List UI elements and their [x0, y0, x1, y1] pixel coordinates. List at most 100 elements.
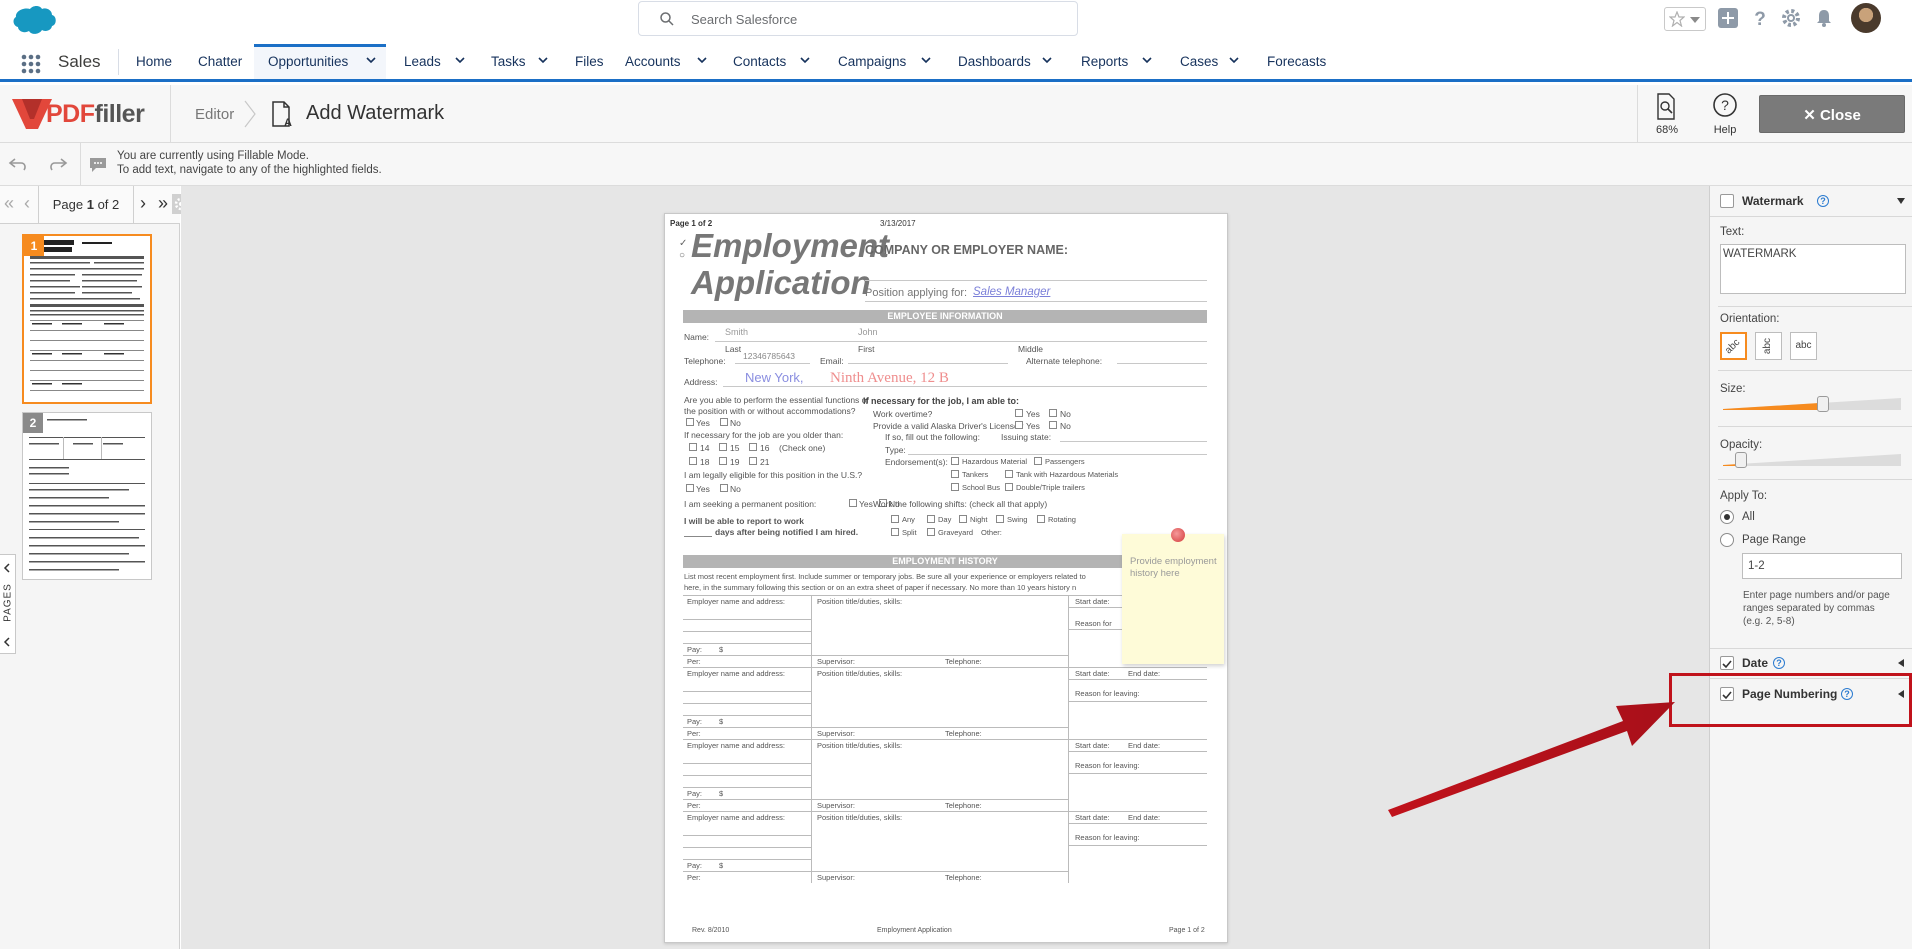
license-yes-checkbox[interactable]: [1015, 421, 1023, 429]
help-icon[interactable]: ?: [1773, 657, 1785, 669]
apply-range-radio[interactable]: [1720, 533, 1734, 547]
chevron-down-icon[interactable]: [800, 57, 810, 64]
app-launcher-icon[interactable]: [20, 53, 42, 75]
orientation-vertical-button[interactable]: abc: [1755, 332, 1782, 360]
nav-item-forecasts[interactable]: Forecasts: [1267, 44, 1326, 79]
eligible-no-checkbox[interactable]: [720, 484, 728, 492]
add-icon[interactable]: [1717, 7, 1739, 29]
page-thumbnail-1[interactable]: 1: [22, 234, 152, 404]
school-bus-checkbox[interactable]: [951, 483, 959, 491]
chevron-down-icon[interactable]: [697, 57, 707, 64]
salesforce-cloud-logo[interactable]: [10, 4, 58, 36]
help-button[interactable]: ? Help: [1696, 85, 1754, 143]
name-label: Name:: [684, 332, 710, 342]
tank-haz-checkbox[interactable]: [1005, 470, 1013, 478]
license-no-checkbox[interactable]: [1049, 421, 1057, 429]
page-range-input[interactable]: [1742, 553, 1902, 579]
chevron-left-icon[interactable]: [1897, 659, 1905, 667]
no-label: No: [1060, 409, 1071, 419]
nav-item-campaigns[interactable]: Campaigns: [838, 44, 906, 79]
size-slider-track[interactable]: [1723, 398, 1901, 410]
nav-item-accounts[interactable]: Accounts: [625, 44, 681, 79]
orientation-diagonal-button[interactable]: abc: [1720, 332, 1747, 360]
permanent-yes-checkbox[interactable]: [849, 499, 857, 507]
passengers-checkbox[interactable]: [1034, 457, 1042, 465]
user-avatar[interactable]: [1851, 3, 1881, 33]
nav-item-tasks[interactable]: Tasks: [491, 44, 526, 79]
shift-day-checkbox[interactable]: [927, 515, 935, 523]
pages-collapse-tab[interactable]: PAGES: [0, 554, 16, 654]
last-page-button[interactable]: »: [154, 186, 172, 224]
nav-item-cases[interactable]: Cases: [1180, 44, 1218, 79]
prev-page-button[interactable]: ‹: [18, 186, 36, 224]
size-slider-thumb[interactable]: [1817, 396, 1829, 412]
age-16-checkbox[interactable]: [749, 443, 757, 451]
address-street-value[interactable]: Ninth Avenue, 12 B: [830, 370, 949, 387]
chevron-down-icon[interactable]: [366, 57, 376, 64]
double-triple-checkbox[interactable]: [1005, 483, 1013, 491]
chevron-down-icon[interactable]: [538, 57, 548, 64]
shift-split-checkbox[interactable]: [891, 528, 899, 536]
overtime-no-checkbox[interactable]: [1049, 409, 1057, 417]
overtime-yes-checkbox[interactable]: [1015, 409, 1023, 417]
date-checkbox[interactable]: [1720, 656, 1734, 670]
address-city-value[interactable]: New York,: [745, 370, 804, 385]
telephone-label: Telephone:: [945, 729, 982, 738]
nav-item-home[interactable]: Home: [136, 44, 172, 79]
orientation-horizontal-button[interactable]: abc: [1790, 332, 1817, 360]
age-18-checkbox[interactable]: [689, 457, 697, 465]
nav-item-leads[interactable]: Leads: [404, 44, 441, 79]
undo-icon[interactable]: [8, 155, 28, 173]
redo-icon[interactable]: [48, 155, 68, 173]
bell-icon[interactable]: [1813, 7, 1835, 29]
position-value[interactable]: Sales Manager: [973, 286, 1050, 298]
age-15-checkbox[interactable]: [719, 443, 727, 451]
watermark-checkbox[interactable]: [1720, 194, 1734, 208]
page-thumbnail-2[interactable]: 2: [22, 412, 152, 580]
breadcrumb-editor[interactable]: Editor: [195, 106, 234, 123]
favorites-button[interactable]: [1664, 7, 1706, 31]
close-button[interactable]: ✕ Close: [1759, 95, 1905, 133]
shift-graveyard-checkbox[interactable]: [927, 528, 935, 536]
help-icon[interactable]: ?: [1749, 7, 1771, 29]
watermark-text-input[interactable]: [1720, 244, 1906, 294]
help-icon[interactable]: ?: [1817, 195, 1829, 207]
first-page-button[interactable]: «: [0, 186, 18, 224]
shift-swing-checkbox[interactable]: [996, 515, 1004, 523]
shift-any-checkbox[interactable]: [891, 515, 899, 523]
eligible-yes-checkbox[interactable]: [686, 484, 694, 492]
sticky-note-text: Provide employment history here: [1130, 556, 1217, 579]
age-21-checkbox[interactable]: [749, 457, 757, 465]
age-14-checkbox[interactable]: [689, 443, 697, 451]
chevron-down-icon[interactable]: [1142, 57, 1152, 64]
global-search-input[interactable]: Search Salesforce: [638, 1, 1078, 36]
gear-icon[interactable]: [1780, 7, 1802, 29]
apply-all-radio[interactable]: [1720, 510, 1734, 524]
nav-item-dashboards[interactable]: Dashboards: [958, 44, 1031, 79]
nav-item-contacts[interactable]: Contacts: [733, 44, 786, 79]
age-19-checkbox[interactable]: [719, 457, 727, 465]
shift-rotating-checkbox[interactable]: [1037, 515, 1045, 523]
opacity-slider-track[interactable]: [1723, 454, 1901, 466]
chevron-down-icon[interactable]: [1897, 197, 1905, 205]
hazardous-checkbox[interactable]: [951, 457, 959, 465]
zoom-button[interactable]: 68%: [1637, 85, 1695, 143]
telephone-value[interactable]: 12346785643: [743, 351, 795, 361]
chevron-down-icon[interactable]: [1229, 57, 1239, 64]
nav-item-reports[interactable]: Reports: [1081, 44, 1128, 79]
nav-item-files[interactable]: Files: [575, 44, 604, 79]
opacity-slider-thumb[interactable]: [1735, 452, 1747, 468]
chevron-down-icon[interactable]: [455, 57, 465, 64]
nav-item-chatter[interactable]: Chatter: [198, 44, 242, 79]
tankers-checkbox[interactable]: [951, 470, 959, 478]
essential-no-checkbox[interactable]: [720, 418, 728, 426]
essential-yes-checkbox[interactable]: [686, 418, 694, 426]
next-page-button[interactable]: ›: [134, 186, 152, 224]
first-name-value[interactable]: John: [858, 327, 878, 337]
shift-night-checkbox[interactable]: [959, 515, 967, 523]
last-name-value[interactable]: Smith: [725, 327, 748, 337]
watermark-section-header[interactable]: Watermark ?: [1710, 186, 1912, 216]
sticky-note[interactable]: Provide employment history here: [1122, 528, 1224, 664]
chevron-down-icon[interactable]: [1042, 57, 1052, 64]
chevron-down-icon[interactable]: [921, 57, 931, 64]
